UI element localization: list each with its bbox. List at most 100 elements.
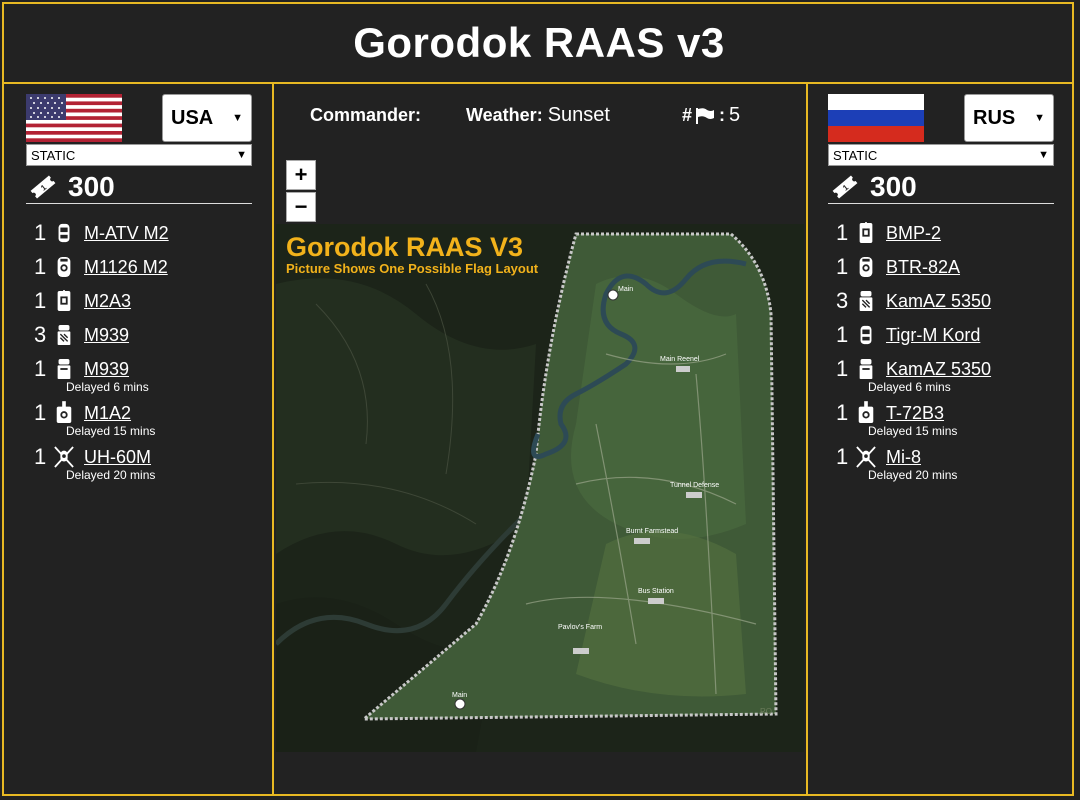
watermark: RO <box>760 707 772 716</box>
map-label: Main <box>618 286 634 293</box>
logistics-truck-icon <box>859 291 873 311</box>
opfor-tickets: 1 300 <box>828 170 1054 204</box>
flag-count-value: 5 <box>729 104 741 126</box>
page-title: Gorodok RAAS v3 <box>353 19 725 66</box>
weather-info: Weather: Sunset <box>466 104 610 127</box>
commander-label: Commander: <box>310 105 422 125</box>
unit-count: 1 <box>836 254 849 279</box>
unit-name-link[interactable]: UH-60M <box>84 447 151 468</box>
unit-row: 1 BTR-82A <box>836 250 1056 284</box>
blufor-ticket-count: 300 <box>68 170 115 202</box>
unit-delay: Delayed 6 mins <box>868 380 951 394</box>
unit-count: 1 <box>836 220 849 245</box>
unit-count: 1 <box>34 254 47 279</box>
unit-delay: Delayed 20 mins <box>868 468 958 482</box>
ifv-icon <box>859 222 873 243</box>
opfor-faction-value: RUS <box>973 106 1016 129</box>
unit-row: 1 M-ATV M2 <box>34 216 254 250</box>
unit-name-link[interactable]: M939 <box>84 325 129 346</box>
unit-delay: Delayed 6 mins <box>66 380 149 394</box>
header: Gorodok RAAS v3 <box>4 4 1074 84</box>
flag-icon <box>696 107 715 124</box>
unit-name-link[interactable]: KamAZ 5350 <box>886 359 991 380</box>
ticket-icon: 1 <box>832 174 858 199</box>
unit-row: 1 M1126 M2 <box>34 250 254 284</box>
map-label: Main <box>452 692 468 699</box>
unit-count: 1 <box>34 220 47 245</box>
map-image[interactable]: RO Gorodok RAAS V3 Picture Shows One Pos… <box>276 224 804 752</box>
unit-name-link[interactable]: M939 <box>84 359 129 380</box>
transport-truck-icon <box>57 359 71 379</box>
map-label: Bus Station <box>638 588 674 595</box>
map-label: Main Reenel <box>660 356 700 363</box>
unit-name-link[interactable]: M2A3 <box>84 291 131 312</box>
logistics-truck-icon <box>57 325 71 345</box>
zoom-in-button[interactable]: + <box>286 160 316 190</box>
blufor-panel: USA ▼ STATIC ▼ 1 300 1 M-ATV M2 1 M1126 M2 1… <box>4 84 274 796</box>
jeep-icon <box>58 223 70 243</box>
zoom-out-button[interactable]: − <box>286 192 316 222</box>
unit-row: 3 M939 <box>34 318 254 352</box>
unit-count: 1 <box>34 444 47 469</box>
transport-truck-icon <box>859 359 873 379</box>
unit-count: 1 <box>836 444 849 469</box>
map-terrain: RO <box>276 224 804 752</box>
opfor-faction-select[interactable]: RUS ▼ <box>964 94 1054 142</box>
unit-delay: Delayed 15 mins <box>868 424 958 438</box>
opfor-unit-type-select[interactable]: STATIC ▼ <box>828 144 1054 166</box>
russia-flag-icon <box>828 94 924 142</box>
map-label: Pavlov's Farm <box>558 624 603 631</box>
map-title: Gorodok RAAS V3 <box>286 232 524 262</box>
apc-icon <box>859 257 873 277</box>
blufor-faction-select[interactable]: USA ▼ <box>162 94 252 142</box>
unit-name-link[interactable]: Mi-8 <box>886 447 921 468</box>
apc-icon <box>57 257 71 277</box>
flag-count-label: # <box>682 105 693 125</box>
ticket-icon: 1 <box>30 174 56 199</box>
flag-count-info: # : 5 <box>682 104 741 126</box>
unit-count: 1 <box>34 288 47 313</box>
blufor-tickets: 1 300 <box>26 170 252 204</box>
map-title-overlay: Gorodok RAAS V3 Picture Shows One Possib… <box>286 232 538 276</box>
unit-delay: Delayed 15 mins <box>66 424 156 438</box>
ifv-icon <box>57 290 71 311</box>
weather-label: Weather: <box>466 105 543 125</box>
jeep-icon <box>860 325 872 345</box>
opfor-ticket-count: 300 <box>870 170 917 202</box>
unit-count: 1 <box>34 400 47 425</box>
blufor-unit-type-select[interactable]: STATIC ▼ <box>26 144 252 166</box>
unit-row: 1 M2A3 <box>34 284 254 318</box>
unit-count: 3 <box>836 288 849 313</box>
opfor-unit-type-value: STATIC <box>833 147 878 163</box>
helicopter-icon <box>856 446 876 468</box>
unit-name-link[interactable]: BTR-82A <box>886 257 960 278</box>
unit-count: 1 <box>34 356 47 381</box>
unit-count: 1 <box>836 356 849 381</box>
helicopter-icon <box>54 446 74 468</box>
unit-name-link[interactable]: KamAZ 5350 <box>886 291 991 312</box>
unit-row: 1 BMP-2 <box>836 216 1056 250</box>
blufor-unit-type-value: STATIC <box>31 147 76 163</box>
unit-name-link[interactable]: T-72B3 <box>886 403 944 424</box>
map-subtitle: Picture Shows One Possible Flag Layout <box>286 261 539 276</box>
unit-row: 3 KamAZ 5350 <box>836 284 1056 318</box>
chevron-down-icon: ▼ <box>1038 149 1049 161</box>
unit-name-link[interactable]: M-ATV M2 <box>84 223 169 244</box>
unit-count: 1 <box>836 322 849 347</box>
usa-flag-icon <box>26 94 122 142</box>
blufor-faction-value: USA <box>171 106 214 129</box>
tank-icon <box>56 401 72 423</box>
opfor-unit-list: 1 BMP-2 1 BTR-82A 3 KamAZ 5350 1 Tigr-M Kord 1 Ka… <box>836 216 1056 484</box>
unit-name-link[interactable]: M1A2 <box>84 403 131 424</box>
unit-name-link[interactable]: BMP-2 <box>886 223 941 244</box>
chevron-down-icon: ▼ <box>1034 112 1045 124</box>
unit-name-link[interactable]: M1126 M2 <box>84 257 168 278</box>
map-label: Tunnel Defense <box>670 482 720 489</box>
chevron-down-icon: ▼ <box>232 112 243 124</box>
map-panel: Commander: Weather: Sunset # : 5 + − RO … <box>274 84 808 796</box>
weather-value: Sunset <box>547 104 610 126</box>
unit-row: 1 Tigr-M Kord <box>836 318 1056 352</box>
opfor-panel: RUS ▼ STATIC ▼ 1 300 1 BMP-2 1 BTR-82A 3 KamA… <box>806 84 1074 796</box>
commander-info: Commander: <box>310 104 421 127</box>
unit-name-link[interactable]: Tigr-M Kord <box>886 325 980 346</box>
